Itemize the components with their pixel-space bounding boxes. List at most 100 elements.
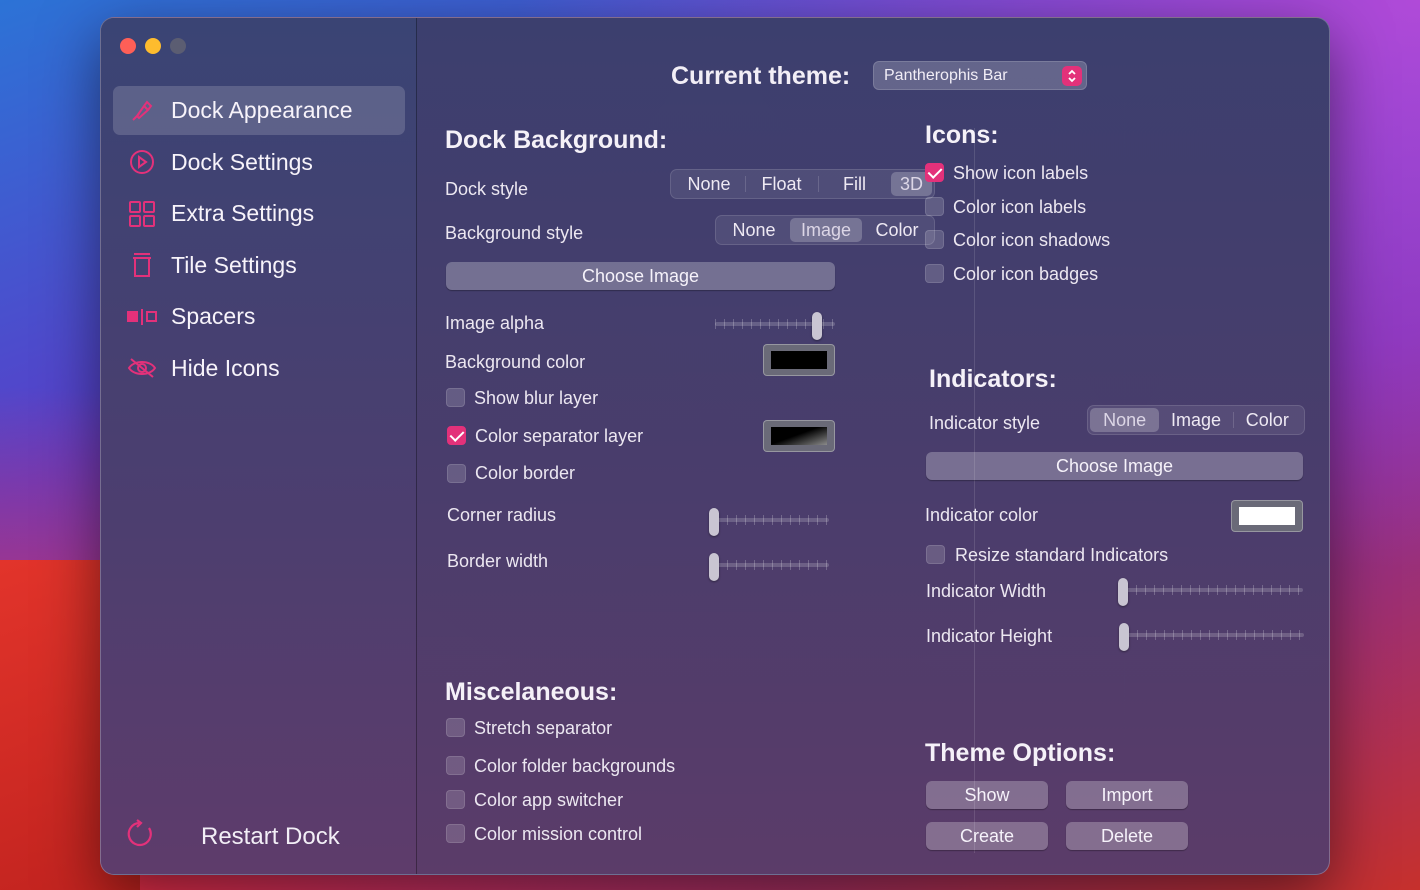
sidebar-item-label: Tile Settings <box>171 251 297 278</box>
app-window: Dock Appearance Dock Settings Extra Sett… <box>100 17 1330 875</box>
indicator-style-segmented: None Image Color <box>1087 405 1305 435</box>
color-mission-control-label: Color mission control <box>474 824 643 844</box>
sidebar-item-tile-settings[interactable]: Tile Settings <box>113 241 405 290</box>
indicator-style-none[interactable]: None <box>1090 408 1160 432</box>
current-theme-label: Current theme: <box>671 62 851 90</box>
dock-style-none[interactable]: None <box>673 172 745 196</box>
image-alpha-label: Image alpha <box>445 313 545 333</box>
icons-heading: Icons: <box>925 121 999 149</box>
indicator-height-slider[interactable] <box>1119 623 1304 651</box>
color-border-label: Color border <box>475 463 576 483</box>
background-color-well[interactable] <box>763 344 835 376</box>
close-button[interactable] <box>120 38 136 54</box>
color-folder-backgrounds-label: Color folder backgrounds <box>474 756 676 776</box>
indicator-style-image[interactable]: Image <box>1159 408 1232 432</box>
dock-style-segmented: None Float Fill 3D <box>670 169 935 199</box>
sidebar-item-hide-icons[interactable]: Hide Icons <box>113 344 405 393</box>
separator-color-well[interactable] <box>763 420 835 452</box>
corner-radius-label: Corner radius <box>447 505 557 525</box>
show-blur-layer-label: Show blur layer <box>474 388 599 408</box>
image-alpha-slider[interactable] <box>715 312 835 340</box>
sidebar-item-dock-appearance[interactable]: Dock Appearance <box>113 86 405 135</box>
paintbrush-icon <box>127 96 157 126</box>
minimize-button[interactable] <box>145 38 161 54</box>
color-separator-layer-checkbox[interactable] <box>447 426 466 445</box>
background-style-none[interactable]: None <box>718 218 790 242</box>
slider-knob[interactable] <box>709 553 719 581</box>
color-icon-labels-label: Color icon labels <box>953 197 1087 217</box>
color-icon-shadows-label: Color icon shadows <box>953 230 1111 250</box>
sidebar-item-label: Spacers <box>171 303 256 329</box>
slider-knob[interactable] <box>812 312 822 340</box>
indicator-height-label: Indicator Height <box>926 626 1053 646</box>
show-theme-button[interactable]: Show <box>926 781 1048 809</box>
background-color-label: Background color <box>445 352 586 372</box>
indicator-style-label: Indicator style <box>929 413 1041 433</box>
choose-background-image-button[interactable]: Choose Image <box>446 262 835 290</box>
chevron-up-down-icon <box>1062 66 1082 86</box>
color-separator-layer-label: Color separator layer <box>475 426 644 446</box>
background-style-label: Background style <box>445 223 584 243</box>
indicator-width-label: Indicator Width <box>926 581 1047 601</box>
slider-knob[interactable] <box>709 508 719 536</box>
show-icon-labels-checkbox[interactable] <box>925 163 944 182</box>
show-blur-layer-checkbox[interactable] <box>446 388 465 407</box>
indicator-style-color[interactable]: Color <box>1232 408 1302 432</box>
indicators-heading: Indicators: <box>929 365 1057 393</box>
background-style-image[interactable]: Image <box>790 218 862 242</box>
dock-style-fill[interactable]: Fill <box>818 172 891 196</box>
color-icon-shadows-checkbox[interactable] <box>925 230 944 249</box>
dock-style-float[interactable]: Float <box>745 172 818 196</box>
color-border-checkbox[interactable] <box>447 464 466 483</box>
choose-indicator-image-button[interactable]: Choose Image <box>926 452 1303 480</box>
resize-standard-indicators-checkbox[interactable] <box>926 545 945 564</box>
color-icon-badges-label: Color icon badges <box>953 264 1099 284</box>
color-app-switcher-label: Color app switcher <box>474 790 624 810</box>
background-style-color[interactable]: Color <box>862 218 932 242</box>
color-app-switcher-checkbox[interactable] <box>446 790 465 809</box>
slider-knob[interactable] <box>1119 623 1129 651</box>
sidebar: Dock Appearance Dock Settings Extra Sett… <box>101 18 417 874</box>
stretch-separator-label: Stretch separator <box>474 718 613 738</box>
indicator-color-label: Indicator color <box>925 505 1039 525</box>
color-mission-control-checkbox[interactable] <box>446 824 465 843</box>
sidebar-item-spacers[interactable]: Spacers <box>113 292 405 341</box>
eye-slash-icon <box>127 353 157 383</box>
zoom-button[interactable] <box>170 38 186 54</box>
sidebar-nav: Dock Appearance Dock Settings Extra Sett… <box>113 86 405 395</box>
dock-background-heading: Dock Background: <box>445 126 668 154</box>
show-icon-labels-label: Show icon labels <box>953 163 1089 183</box>
sidebar-item-extra-settings[interactable]: Extra Settings <box>113 189 405 238</box>
sidebar-item-label: Dock Settings <box>171 148 313 175</box>
delete-theme-button[interactable]: Delete <box>1066 822 1188 850</box>
background-style-segmented: None Image Color <box>715 215 935 245</box>
spacers-icon <box>127 302 157 332</box>
color-icon-labels-checkbox[interactable] <box>925 197 944 216</box>
restart-icon <box>125 818 157 855</box>
dock-style-label: Dock style <box>445 179 529 199</box>
stretch-separator-checkbox[interactable] <box>446 718 465 737</box>
border-width-slider[interactable] <box>709 553 829 581</box>
restart-dock-button[interactable]: Restart Dock <box>125 818 340 855</box>
window-controls <box>120 38 186 54</box>
sidebar-item-label: Dock Appearance <box>171 97 353 123</box>
resize-standard-indicators-label: Resize standard Indicators <box>955 545 1169 565</box>
import-theme-button[interactable]: Import <box>1066 781 1188 809</box>
theme-popup-value: Pantherophis Bar <box>884 67 1008 84</box>
dock-settings-icon <box>127 147 157 177</box>
misc-heading: Miscelaneous: <box>445 678 618 706</box>
create-theme-button[interactable]: Create <box>926 822 1048 850</box>
theme-options-heading: Theme Options: <box>925 739 1116 767</box>
indicator-color-well[interactable] <box>1231 500 1303 532</box>
trash-icon <box>127 250 157 280</box>
indicator-width-slider[interactable] <box>1118 578 1303 606</box>
restart-dock-label: Restart Dock <box>201 822 340 850</box>
color-icon-badges-checkbox[interactable] <box>925 264 944 283</box>
corner-radius-slider[interactable] <box>709 508 829 536</box>
main-panel: Current theme: Pantherophis Bar Dock Bac… <box>417 18 1329 874</box>
sidebar-item-dock-settings[interactable]: Dock Settings <box>113 138 405 187</box>
sidebar-item-label: Hide Icons <box>171 354 280 381</box>
slider-knob[interactable] <box>1118 578 1128 606</box>
theme-popup[interactable]: Pantherophis Bar <box>873 61 1087 90</box>
color-folder-backgrounds-checkbox[interactable] <box>446 756 465 775</box>
